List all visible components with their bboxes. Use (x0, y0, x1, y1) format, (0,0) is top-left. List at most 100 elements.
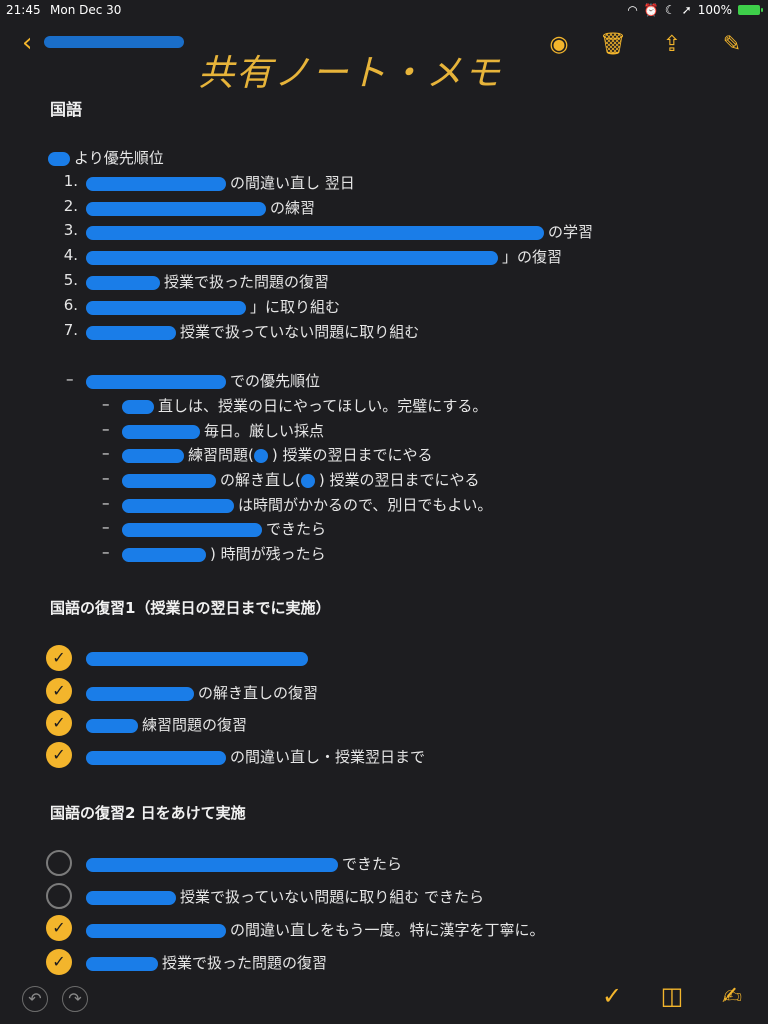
undo-icon[interactable]: ↶ (22, 986, 48, 1012)
checklist-item: の間違い直しをもう一度。特に漢字を丁寧に。 (86, 919, 545, 940)
sub-item-text: の解き直し( (220, 471, 301, 489)
list-item: の間違い直し 翌日 (86, 172, 355, 193)
checklist-item: 授業で扱った問題の復習 (86, 952, 327, 973)
bullet-dash: – (102, 469, 110, 487)
checklist-item: の解き直しの復習 (86, 682, 318, 703)
list-number: 6. (63, 296, 78, 314)
wifi-icon: ◠ (627, 3, 638, 17)
list-number: 7. (63, 321, 78, 339)
sub-item: は時間がかかるので、別日でもよい。 (122, 494, 492, 515)
sub-item-text: は時間がかかるので、別日でもよい。 (238, 496, 493, 514)
sub-item-suffix: ) 授業の翌日までにやる (318, 471, 480, 489)
list-item: 」の復習 (86, 246, 562, 267)
checklist-checkbox-checked[interactable]: ✓ (46, 678, 72, 704)
sub-item: 練習問題() 授業の翌日までにやる (122, 444, 432, 465)
list-item: 授業で扱った問題の復習 (86, 271, 329, 292)
list-item-text: の間違い直し 翌日 (230, 174, 355, 192)
redaction-mark (86, 651, 308, 666)
redaction-mark (86, 857, 338, 872)
handwritten-title: 共有ノート・メモ (198, 53, 503, 94)
camera-icon[interactable]: ◫ (658, 982, 686, 1010)
status-time: 21:45 (6, 3, 41, 17)
bullet-dash: – (102, 494, 110, 512)
redaction-mark (253, 448, 268, 463)
checklist-checkbox-checked[interactable]: ✓ (46, 645, 72, 671)
list-number: 1. (63, 172, 78, 190)
checklist-checkbox-checked[interactable]: ✓ (46, 742, 72, 768)
redaction-mark (86, 300, 246, 315)
redaction-mark (122, 399, 154, 414)
checklist-item: 授業で扱っていない問題に取り組む できたら (86, 886, 484, 907)
checklist-item: できたら (86, 853, 402, 874)
sub-item: ) 時間が残ったら (122, 543, 326, 564)
compose-icon[interactable]: ✎ (717, 30, 747, 60)
moon-icon: ☾ (664, 3, 676, 17)
checklist-item-text: 授業で扱った問題の復習 (162, 954, 328, 972)
sub-heading: での優先順位 (86, 370, 320, 391)
back-chevron-icon[interactable]: ‹ (22, 30, 32, 56)
sub-item-text: できたら (266, 520, 327, 538)
sub-heading-text: での優先順位 (230, 372, 321, 390)
redaction-mark (86, 923, 226, 938)
list-item-text: 授業で扱った問題の復習 (164, 273, 330, 291)
status-bar: 21:45 Mon Dec 30 ◠ ⏰ ☾ ➚ 100% (0, 0, 768, 22)
section1-title: 国語の復習1（授業日の翌日までに実施） (50, 599, 331, 617)
redaction-mark (86, 890, 176, 905)
redaction-mark (86, 275, 160, 290)
sub-item-suffix: ) 授業の翌日までにやる (271, 446, 433, 464)
checklist-checkbox-checked[interactable]: ✓ (46, 915, 72, 941)
list-number: 3. (63, 221, 78, 239)
status-date: Mon Dec 30 (50, 3, 122, 17)
redaction-mark (122, 424, 200, 439)
trash-icon[interactable]: 🗑 (598, 30, 628, 60)
sub-item: の解き直し( ) 授業の翌日までにやる (122, 469, 479, 490)
sub-item: 毎日。厳しい採点 (122, 420, 324, 441)
redaction-mark (122, 547, 206, 562)
markup-icon[interactable]: ✍ (718, 982, 746, 1010)
checklist-checkbox-unchecked[interactable] (46, 883, 72, 909)
checklist-item-text: できたら (342, 855, 403, 873)
bullet-dash: – (66, 370, 74, 388)
list-item: の練習 (86, 197, 315, 218)
share-icon[interactable]: ⇪ (657, 30, 687, 60)
redaction-mark (86, 250, 498, 265)
redaction-mark (86, 956, 158, 971)
sub-item-text: ) 時間が残ったら (210, 545, 326, 563)
priority-intro-text: より優先順位 (74, 149, 164, 167)
section2-title: 国語の復習2 日をあけて実施 (50, 804, 246, 822)
note-title: 国語 (50, 100, 83, 119)
redaction-mark (86, 225, 544, 240)
list-item-text: 」に取り組む (250, 298, 341, 316)
redaction-mark (122, 448, 184, 463)
sub-item-text: 直しは、授業の日にやってほしい。完璧にする。 (158, 397, 488, 415)
checklist-icon[interactable]: ✓ (598, 982, 626, 1010)
checklist-item-text: の間違い直し・授業翌日まで (230, 748, 426, 766)
redaction-mark (122, 473, 216, 488)
list-item-text: 」の復習 (502, 248, 563, 266)
checklist-item-text: の間違い直しをもう一度。特に漢字を丁寧に。 (230, 921, 545, 939)
list-number: 2. (63, 197, 78, 215)
back-button-label-redacted[interactable] (44, 36, 184, 48)
person-badge-icon[interactable]: ◉ (544, 30, 574, 60)
redaction-mark (86, 176, 226, 191)
checklist-checkbox-unchecked[interactable] (46, 850, 72, 876)
checklist-item: の間違い直し・授業翌日まで (86, 746, 425, 767)
redaction-mark (122, 498, 234, 513)
list-item: の学習 (86, 221, 593, 242)
redaction-mark (300, 473, 315, 488)
checklist-item-text: 授業で扱っていない問題に取り組む できたら (180, 888, 485, 906)
list-item-text: の学習 (548, 223, 594, 241)
redaction-mark (86, 718, 138, 733)
bottom-toolbar: ↶ ↷ ✓ ◫ ✍ (0, 974, 768, 1024)
redaction-mark (86, 201, 266, 216)
redaction-mark (86, 750, 226, 765)
checklist-checkbox-checked[interactable]: ✓ (46, 710, 72, 736)
checklist-checkbox-checked[interactable]: ✓ (46, 949, 72, 975)
sub-item: できたら (122, 518, 326, 539)
redaction-mark (122, 522, 262, 537)
battery-icon (738, 5, 763, 15)
redo-icon[interactable]: ↷ (62, 986, 88, 1012)
checklist-item (86, 649, 312, 667)
bullet-dash: – (102, 518, 110, 536)
checklist-item-text: 練習問題の復習 (142, 716, 248, 734)
